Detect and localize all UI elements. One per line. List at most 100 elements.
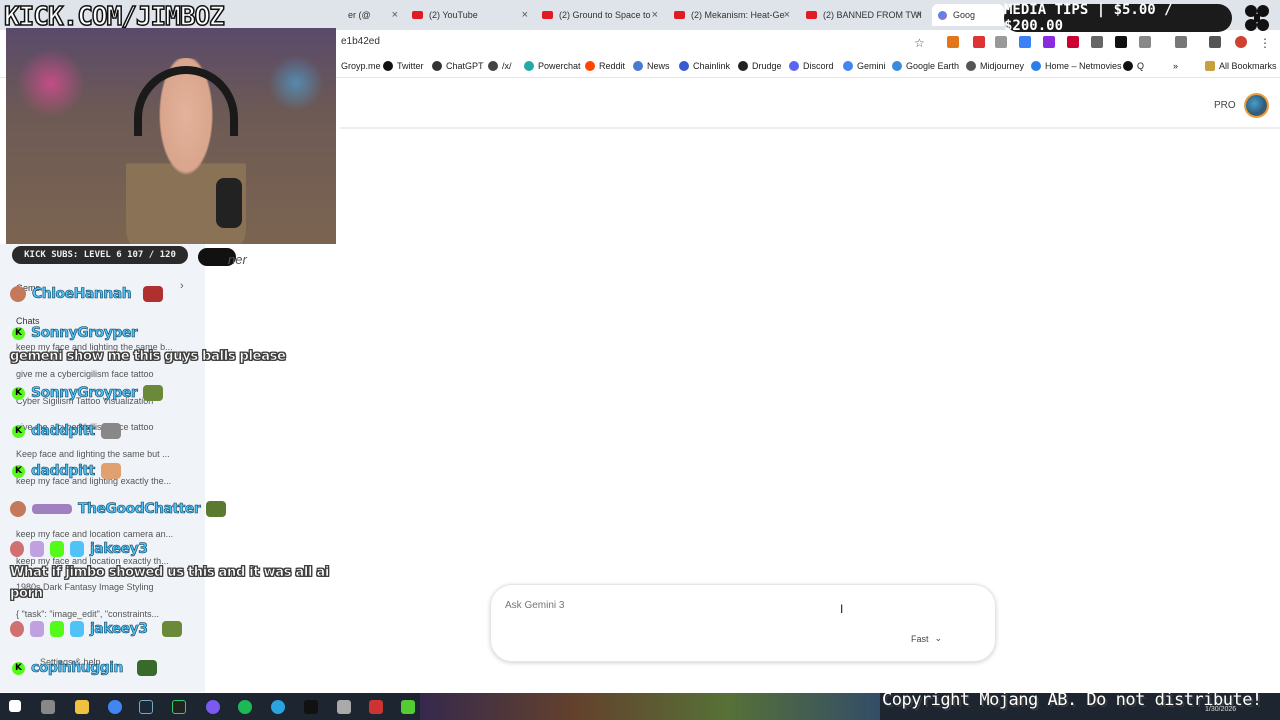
close-icon[interactable]: × xyxy=(652,9,658,21)
chat-history-item[interactable]: Keep face and lighting the same but ... xyxy=(16,449,170,459)
extension-icon[interactable] xyxy=(973,36,985,48)
bookmark-news[interactable]: News xyxy=(633,61,670,71)
tab-label: er (@ xyxy=(348,10,371,20)
bookmark-midjourney[interactable]: Midjourney xyxy=(966,61,1024,71)
all-bookmarks[interactable]: All Bookmarks xyxy=(1205,61,1277,71)
chat-user: K daddpitt xyxy=(12,463,121,479)
bookmark-powerchat[interactable]: Powerchat xyxy=(524,61,581,71)
x-icon[interactable] xyxy=(1115,36,1127,48)
avatar xyxy=(10,501,26,517)
star-icon[interactable]: ☆ xyxy=(914,36,926,50)
profile-icon[interactable] xyxy=(1235,36,1247,48)
chevron-right-icon[interactable]: › xyxy=(180,280,184,292)
youtube-icon xyxy=(542,11,553,19)
bookmark-netmovies[interactable]: Home – Netmovies xyxy=(1031,61,1122,71)
bookmarks-overflow-chevron-icon[interactable]: » xyxy=(1173,61,1178,71)
tab-label: (2) Mekanism: Heat-Ge xyxy=(691,10,785,20)
grid-icon xyxy=(488,61,498,71)
webcam-feed xyxy=(6,28,336,244)
tab-youtube[interactable]: (2) YouTube × xyxy=(406,4,534,26)
chat-user: jakeey3 xyxy=(10,621,182,637)
chat-message: What if jimbo showed us this and it was … xyxy=(10,565,330,581)
app-icon[interactable] xyxy=(369,700,383,714)
close-icon[interactable]: × xyxy=(784,9,790,21)
extension-icon[interactable] xyxy=(1043,36,1055,48)
emote-icon xyxy=(32,504,72,514)
screen: er (@ × (2) YouTube × (2) Ground to Spac… xyxy=(0,0,1280,720)
metamask-icon[interactable] xyxy=(947,36,959,48)
close-icon[interactable]: × xyxy=(916,9,922,21)
overlay-blob-text: ner xyxy=(228,252,247,267)
tab-mekanism[interactable]: (2) Mekanism: Heat-Ge × xyxy=(668,4,796,26)
extension-icon[interactable] xyxy=(1019,36,1031,48)
chat-history-item[interactable]: { "task": "image_edit", "constraints... xyxy=(16,609,159,619)
chrome-icon[interactable] xyxy=(108,700,122,714)
url-field[interactable]: e1b42ed xyxy=(341,36,380,47)
spotify-icon[interactable] xyxy=(238,700,252,714)
telegram-icon[interactable] xyxy=(271,700,285,714)
extension-icon[interactable] xyxy=(1067,36,1079,48)
pro-badge: PRO xyxy=(1214,100,1236,111)
extension-icon[interactable] xyxy=(1091,36,1103,48)
cast-icon[interactable] xyxy=(1175,36,1187,48)
kick-badge-icon: K xyxy=(12,386,25,400)
emote-icon xyxy=(100,423,121,439)
tab-label: (2) BANNED FROM TWI xyxy=(823,10,922,20)
chat-history-item[interactable]: keep my face and location camera an... xyxy=(16,529,173,539)
q-icon xyxy=(1123,61,1133,71)
chat-user: TheGoodChatter xyxy=(10,501,227,517)
kick-badge-icon: K xyxy=(12,464,25,478)
youtube-icon xyxy=(412,11,423,19)
header-divider xyxy=(340,127,1280,129)
bookmark-groyp[interactable]: Groyp.me xyxy=(341,61,381,71)
avatar xyxy=(10,286,26,302)
bookmark-chainlink[interactable]: Chainlink xyxy=(679,61,730,71)
bookmark-twitter[interactable]: Twitter xyxy=(383,61,424,71)
bookmark-x[interactable]: /x/ xyxy=(488,61,512,71)
tab-gemini[interactable]: Goog xyxy=(932,4,1004,26)
bookmark-discord[interactable]: Discord xyxy=(789,61,834,71)
sword-icon xyxy=(70,541,84,557)
chat-user: K SonnyGroyper xyxy=(12,325,138,341)
bookmark-gemini[interactable]: Gemini xyxy=(843,61,886,71)
badge-icon xyxy=(10,621,24,637)
model-picker[interactable]: Fast ⌄ xyxy=(911,633,942,644)
globe-icon xyxy=(892,61,902,71)
terminal-icon[interactable] xyxy=(172,700,186,714)
avatar[interactable] xyxy=(1244,93,1269,118)
close-icon[interactable]: × xyxy=(392,9,398,21)
minecraft-icon[interactable] xyxy=(401,700,415,714)
emote-icon xyxy=(143,286,164,302)
menu-icon[interactable]: ⋮ xyxy=(1259,36,1271,50)
folder-icon xyxy=(1205,61,1215,71)
bookmark-drudge[interactable]: Drudge xyxy=(738,61,782,71)
tab-label: (2) YouTube xyxy=(429,10,478,20)
badge-icon xyxy=(10,541,24,557)
chat-history-item[interactable]: give me a cybercigilism face tattoo xyxy=(16,369,154,379)
prompt-input[interactable] xyxy=(505,597,825,613)
bookmark-reddit[interactable]: Reddit xyxy=(585,61,625,71)
app-icon[interactable] xyxy=(337,700,351,714)
x-icon[interactable] xyxy=(304,700,318,714)
close-icon[interactable]: × xyxy=(522,9,528,21)
task-view-icon[interactable] xyxy=(41,700,55,714)
extension-icon[interactable] xyxy=(995,36,1007,48)
chat-user: K SonnyGroyper xyxy=(12,385,164,401)
tab-ground-to-space[interactable]: (2) Ground to Space to × xyxy=(536,4,664,26)
windows-start-icon[interactable] xyxy=(9,700,21,712)
puzzle-icon[interactable] xyxy=(1139,36,1151,48)
file-explorer-icon[interactable] xyxy=(75,700,89,714)
bookmark-google-earth[interactable]: Google Earth xyxy=(892,61,959,71)
steam-icon[interactable] xyxy=(139,700,153,714)
gemini-icon xyxy=(938,10,947,20)
discord-icon[interactable] xyxy=(206,700,220,714)
chat-user: K daddpitt xyxy=(12,423,121,439)
chat-user: ChloeHannah xyxy=(10,286,164,302)
download-icon[interactable] xyxy=(1209,36,1221,48)
chat-message: porn xyxy=(10,586,44,602)
tab-banned[interactable]: (2) BANNED FROM TWI × xyxy=(800,4,928,26)
tab-x[interactable]: er (@ × xyxy=(342,4,404,26)
bookmark-chatgpt[interactable]: ChatGPT xyxy=(432,61,484,71)
gemini-icon xyxy=(843,61,853,71)
bookmark-q[interactable]: Q xyxy=(1123,61,1144,71)
